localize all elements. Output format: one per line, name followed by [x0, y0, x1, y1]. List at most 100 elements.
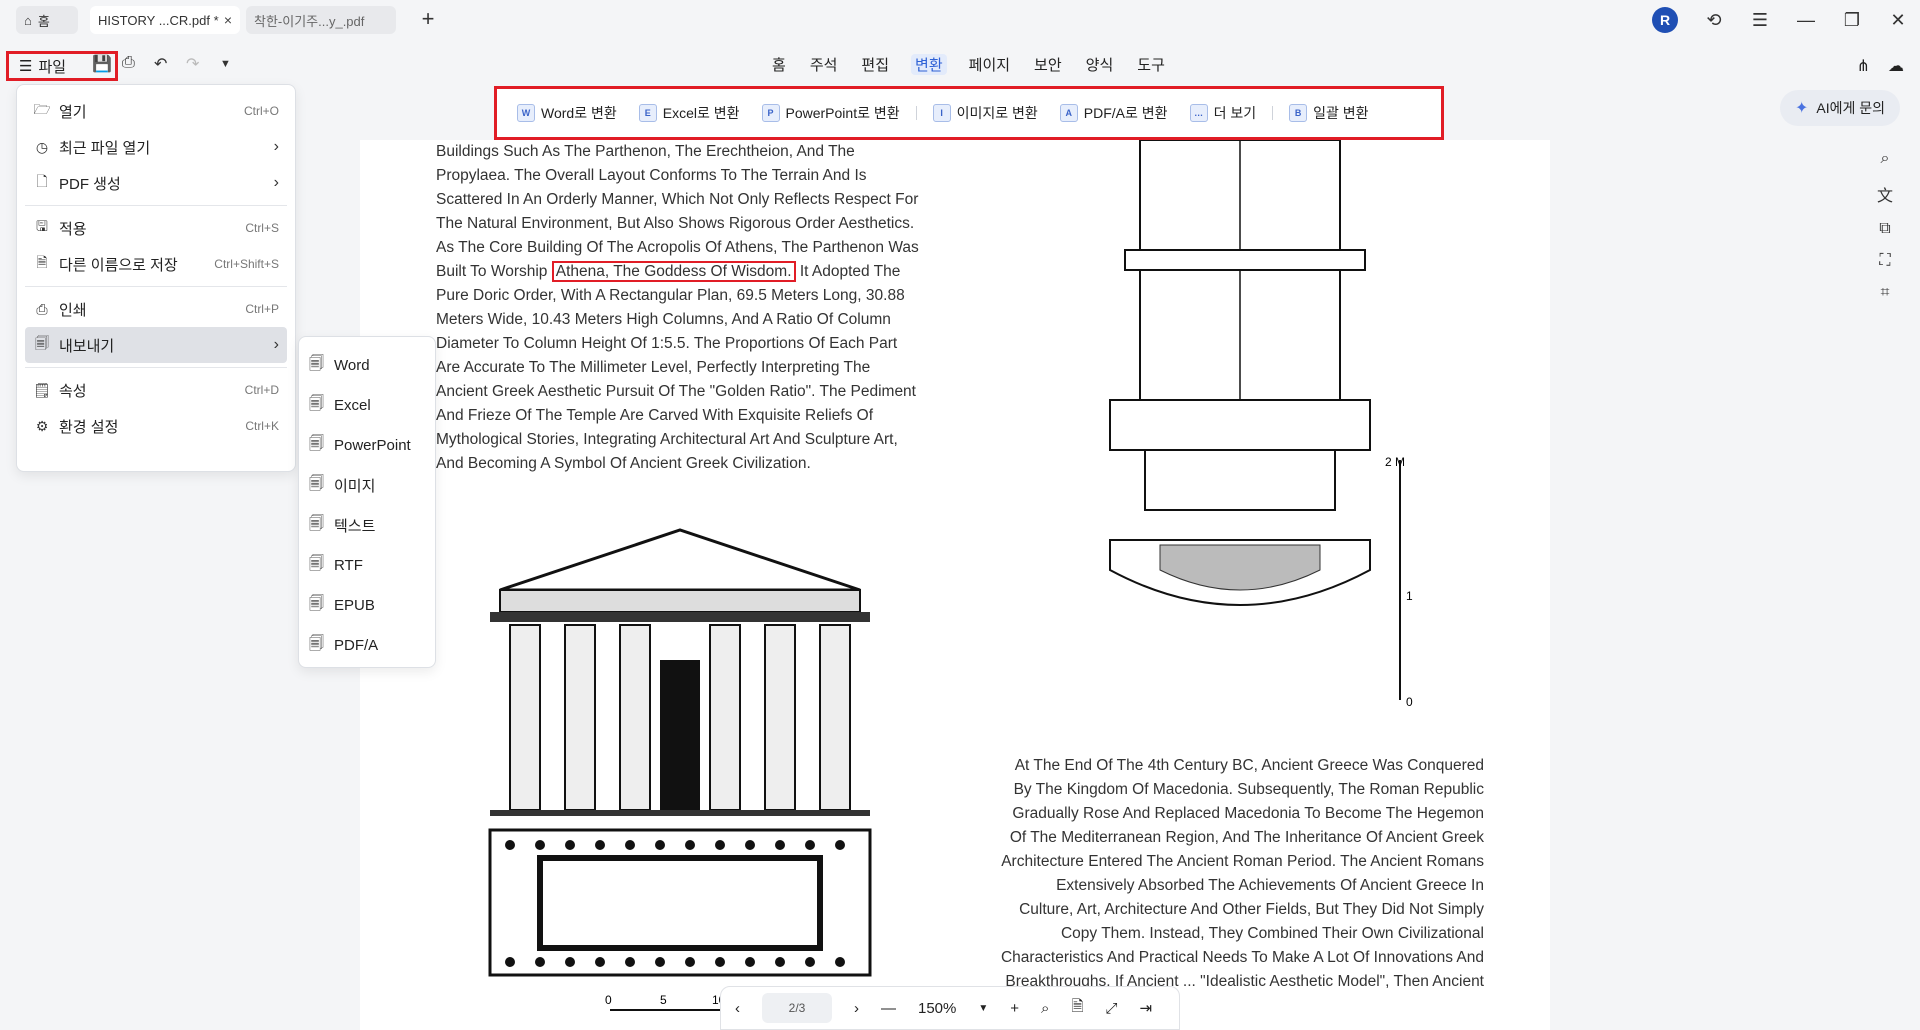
- export-excel[interactable]: 🗐 Excel: [309, 385, 425, 425]
- export-powerpoint[interactable]: 🗐 PowerPoint: [309, 425, 425, 465]
- word-file-icon: W: [517, 104, 535, 122]
- image-file-icon: I: [932, 104, 951, 122]
- menu-tabs: 홈 주석 편집 변환 페이지 보안 양식 도구: [770, 54, 1167, 75]
- page-navigation: ‹ 2/3 › — 150% ▼ + ⌕ 🗎 ⤢ ⇥: [720, 986, 1180, 1030]
- convert-to-image-button[interactable]: I 이미지로 변환: [927, 103, 1044, 123]
- fullscreen-icon[interactable]: ⤢: [1106, 1000, 1118, 1017]
- zoom-in-icon[interactable]: +: [1010, 1000, 1019, 1017]
- close-window-icon[interactable]: ✕: [1888, 10, 1908, 31]
- tab-page[interactable]: 페이지: [967, 54, 1012, 75]
- restore-icon[interactable]: ❐: [1842, 10, 1862, 31]
- left-paragraph: Buildings Such As The Parthenon, The Ere…: [436, 140, 920, 476]
- new-tab-button[interactable]: +: [414, 6, 442, 34]
- minimize-icon[interactable]: —: [1796, 10, 1816, 31]
- convert-to-word-button[interactable]: W Word로 변환: [511, 103, 623, 123]
- zoom-level[interactable]: 150%: [918, 1000, 956, 1017]
- redo-icon[interactable]: ↷: [186, 54, 199, 74]
- chevron-right-icon: ›: [273, 336, 279, 353]
- tab-tools[interactable]: 도구: [1135, 54, 1167, 75]
- convert-label: 더 보기: [1213, 105, 1257, 121]
- menu-item-export[interactable]: 🗐 내보내기 ›: [25, 327, 287, 363]
- file-menu-label: 파일: [38, 58, 67, 76]
- translate-icon[interactable]: 文: [1877, 182, 1893, 206]
- tab-convert[interactable]: 변환: [911, 54, 947, 75]
- export-image[interactable]: 🗐 이미지: [309, 465, 425, 505]
- tab-home-menu[interactable]: 홈: [770, 54, 788, 75]
- scale-label: 5: [660, 993, 667, 1007]
- cloud-upload-icon[interactable]: ☁: [1888, 56, 1904, 76]
- tab-document-active[interactable]: HISTORY ...CR.pdf * ×: [90, 6, 240, 34]
- menu-item-properties[interactable]: 🗒 속성 Ctrl+D: [25, 372, 287, 408]
- document-icon: 🗐: [309, 434, 324, 452]
- tab-document[interactable]: 착한-이기주...y_.pdf: [246, 6, 396, 34]
- save-as-icon: 🗎: [36, 254, 48, 270]
- menu-item-save-as[interactable]: 🗎 다른 이름으로 저장 Ctrl+Shift+S: [25, 246, 287, 282]
- fit-page-icon[interactable]: ⌕: [1041, 1000, 1049, 1017]
- submenu-label: 이미지: [334, 477, 376, 495]
- next-page-icon[interactable]: ›: [854, 1000, 859, 1017]
- export-pdfa[interactable]: 🗐 PDF/A: [309, 625, 425, 665]
- menu-item-save[interactable]: 🖫 적용 Ctrl+S: [25, 210, 287, 246]
- divider: [1272, 106, 1274, 120]
- scan-icon[interactable]: ⌗: [1880, 284, 1889, 302]
- tab-home[interactable]: ⌂ 홈: [16, 6, 78, 34]
- divider: [25, 205, 287, 206]
- export-text[interactable]: 🗐 텍스트: [309, 505, 425, 545]
- previous-page-icon[interactable]: ‹: [735, 1000, 740, 1017]
- compare-icon[interactable]: ⧉: [1879, 220, 1890, 238]
- export-word[interactable]: 🗐 Word: [309, 345, 425, 385]
- highlighted-text[interactable]: Athena, The Goddess Of Wisdom.: [551, 261, 796, 282]
- sparkle-icon: ✦: [1794, 100, 1809, 117]
- menu-item-label: 인쇄: [59, 301, 87, 319]
- clock-icon: ◷: [35, 138, 49, 155]
- ask-ai-button[interactable]: ✦ AI에게 문의: [1780, 90, 1900, 126]
- tab-security[interactable]: 보안: [1032, 54, 1064, 75]
- share-icon[interactable]: ⋔: [1857, 56, 1870, 76]
- powerpoint-file-icon: P: [761, 104, 780, 122]
- excel-file-icon: E: [638, 104, 657, 122]
- convert-to-powerpoint-button[interactable]: P PowerPoint로 변환: [756, 103, 906, 123]
- shortcut-label: Ctrl+S: [245, 221, 279, 235]
- sync-icon[interactable]: ⟲: [1704, 10, 1724, 31]
- menu-item-create-pdf[interactable]: 🗋 PDF 생성 ›: [25, 165, 287, 201]
- tab-form[interactable]: 양식: [1084, 54, 1116, 75]
- chevron-down-icon[interactable]: ▼: [220, 58, 231, 70]
- export-rtf[interactable]: 🗐 RTF: [309, 545, 425, 585]
- menu-item-recent[interactable]: ◷ 최근 파일 열기 ›: [25, 129, 287, 165]
- tab-comment[interactable]: 주석: [808, 54, 840, 75]
- convert-ribbon: W Word로 변환 E Excel로 변환 P PowerPoint로 변환 …: [494, 86, 1444, 140]
- submenu-label: EPUB: [334, 596, 375, 614]
- convert-to-pdfa-button[interactable]: A PDF/A로 변환: [1054, 103, 1174, 123]
- zoom-out-icon[interactable]: —: [881, 1000, 896, 1017]
- scale-label: 0: [605, 993, 612, 1007]
- save-icon[interactable]: 💾: [92, 54, 112, 74]
- exit-icon[interactable]: ⇥: [1140, 999, 1153, 1017]
- paragraph-text: Buildings Such As The Parthenon, The Ere…: [436, 143, 919, 280]
- menu-item-label: 적용: [59, 220, 87, 238]
- undo-icon[interactable]: ↶: [154, 54, 167, 74]
- single-page-icon[interactable]: 🗎: [1071, 996, 1083, 1021]
- page-indicator[interactable]: 2/3: [762, 993, 832, 1023]
- menu-item-label: 환경 설정: [59, 418, 119, 436]
- batch-convert-button[interactable]: B 일괄 변환: [1283, 103, 1374, 123]
- doric-column-illustration: 2 M 1 0: [1109, 140, 1413, 709]
- menu-item-open[interactable]: 🗁 열기 Ctrl+O: [25, 93, 287, 129]
- hamburger-icon: ☰: [19, 58, 33, 75]
- search-icon[interactable]: ⌕: [1881, 150, 1890, 168]
- submenu-label: Word: [334, 356, 370, 374]
- menu-item-print[interactable]: ⎙ 인쇄 Ctrl+P: [25, 291, 287, 327]
- menu-item-preferences[interactable]: ⚙ 환경 설정 Ctrl+K: [25, 408, 287, 444]
- submenu-label: PDF/A: [334, 636, 379, 654]
- more-formats-button[interactable]: … 더 보기: [1184, 103, 1263, 123]
- print-icon[interactable]: ⎙: [122, 54, 135, 72]
- export-epub[interactable]: 🗐 EPUB: [309, 585, 425, 625]
- hamburger-menu-icon[interactable]: ☰: [1750, 10, 1770, 31]
- ocr-icon[interactable]: ⛶: [1879, 252, 1890, 270]
- avatar[interactable]: R: [1652, 7, 1678, 33]
- document-icon: 🗐: [309, 594, 324, 612]
- tab-edit[interactable]: 편집: [859, 54, 891, 75]
- convert-to-excel-button[interactable]: E Excel로 변환: [633, 103, 746, 123]
- chevron-down-icon[interactable]: ▼: [978, 1003, 988, 1014]
- close-icon[interactable]: ×: [224, 12, 232, 28]
- settings-icon: ⚙: [35, 417, 49, 434]
